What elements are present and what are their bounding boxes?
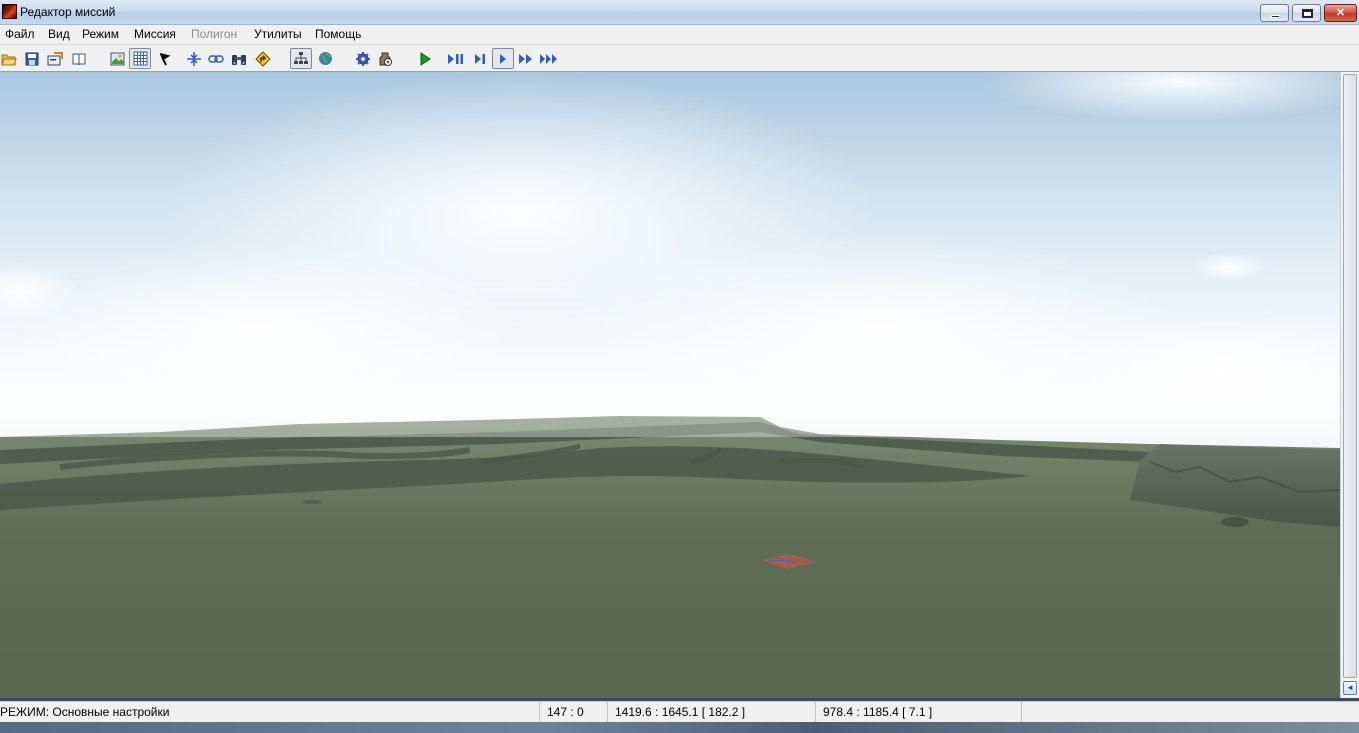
open-button[interactable] <box>0 48 20 69</box>
vertical-scrollbar[interactable]: ◄ <box>1340 72 1359 698</box>
menu-file[interactable]: Файл <box>5 27 35 41</box>
find-button[interactable] <box>228 48 250 69</box>
save-icon <box>25 52 39 65</box>
minimize-icon <box>1271 15 1280 18</box>
status-target-pos-text: 978.4 : 1185.4 [ 7.1 ] <box>823 705 933 719</box>
terrain-scene <box>0 72 1340 698</box>
split-button[interactable] <box>183 48 205 69</box>
step-icon <box>475 53 485 64</box>
script-icon <box>379 52 392 66</box>
status-screen-pos: 147 : 0 <box>540 702 608 723</box>
minimize-button[interactable] <box>1260 4 1289 22</box>
close-button[interactable]: ✕ <box>1324 4 1357 22</box>
menu-mission[interactable]: Миссия <box>134 27 176 41</box>
toolbar <box>0 44 1359 72</box>
map-button[interactable] <box>106 48 128 69</box>
status-empty-cell <box>1022 702 1359 723</box>
grid-icon <box>133 51 147 66</box>
settings-button[interactable] <box>352 48 374 69</box>
desktop-background-strip <box>0 722 1359 733</box>
clouds <box>0 72 1340 432</box>
play-pause-icon <box>448 53 463 64</box>
status-mode: РЕЖИМ: Основные настройки <box>0 702 540 723</box>
maximize-button[interactable] <box>1292 4 1321 22</box>
hierarchy-button[interactable] <box>290 48 312 69</box>
status-screen-pos-text: 147 : 0 <box>547 705 584 719</box>
menu-bar: Файл Вид Режим Миссия Полигон Утилиты По… <box>0 25 1359 44</box>
grid-button[interactable] <box>129 48 151 69</box>
status-target-pos: 978.4 : 1185.4 [ 7.1 ] <box>816 702 1022 723</box>
link-button[interactable] <box>205 48 227 69</box>
properties-icon <box>47 51 63 65</box>
binoculars-icon <box>232 54 246 65</box>
scroll-left-arrow-icon[interactable]: ◄ <box>1343 681 1357 695</box>
menu-view[interactable]: Вид <box>48 27 70 41</box>
map-icon <box>110 52 124 65</box>
menu-help[interactable]: Помощь <box>315 27 361 41</box>
flag-button[interactable] <box>153 48 175 69</box>
split-icon <box>187 51 201 66</box>
menu-mode[interactable]: Режим <box>82 27 119 41</box>
step-button[interactable] <box>469 48 491 69</box>
close-icon: ✕ <box>1335 7 1346 19</box>
fastest-forward-button[interactable] <box>538 48 560 69</box>
window-title: Редактор миссий <box>20 5 116 19</box>
play-slow-button[interactable] <box>492 48 514 69</box>
play-pause-button[interactable] <box>445 48 467 69</box>
fastest-forward-icon <box>540 53 557 64</box>
menu-utilities[interactable]: Утилиты <box>254 27 302 41</box>
play-button[interactable] <box>414 48 436 69</box>
status-bar: РЕЖИМ: Основные настройки 147 : 0 1419.6… <box>0 701 1359 723</box>
title-bar[interactable]: Редактор миссий ✕ <box>0 0 1359 25</box>
open-folder-icon <box>1 54 17 65</box>
properties-button[interactable] <box>44 48 66 69</box>
mission-editor-window: Редактор миссий ✕ Файл Вид Режим Миссия … <box>0 0 1359 733</box>
road-sign-button[interactable] <box>252 48 274 69</box>
hierarchy-icon <box>294 52 308 64</box>
menu-polygon[interactable]: Полигон <box>191 27 237 41</box>
play-slow-icon <box>500 53 506 64</box>
flag-icon <box>159 52 171 65</box>
status-mode-text: РЕЖИМ: Основные настройки <box>0 705 170 719</box>
3d-viewport[interactable] <box>0 72 1340 698</box>
fast-forward-button[interactable] <box>515 48 537 69</box>
status-world-pos-text: 1419.6 : 1645.1 [ 182.2 ] <box>615 705 746 719</box>
fast-forward-icon <box>519 53 532 64</box>
gear-icon <box>356 51 370 66</box>
script-button[interactable] <box>374 48 396 69</box>
restore-icon <box>1302 9 1313 18</box>
link-icon <box>208 54 224 63</box>
globe-button[interactable] <box>314 48 336 69</box>
app-icon <box>2 4 17 19</box>
globe-icon <box>318 52 332 65</box>
scrollbar-thumb[interactable] <box>1343 74 1357 678</box>
road-sign-icon <box>255 50 271 67</box>
status-world-pos: 1419.6 : 1645.1 [ 182.2 ] <box>608 702 816 723</box>
play-icon <box>420 51 431 66</box>
book-button[interactable] <box>68 48 90 69</box>
save-button[interactable] <box>21 48 43 69</box>
book-icon <box>72 53 86 65</box>
